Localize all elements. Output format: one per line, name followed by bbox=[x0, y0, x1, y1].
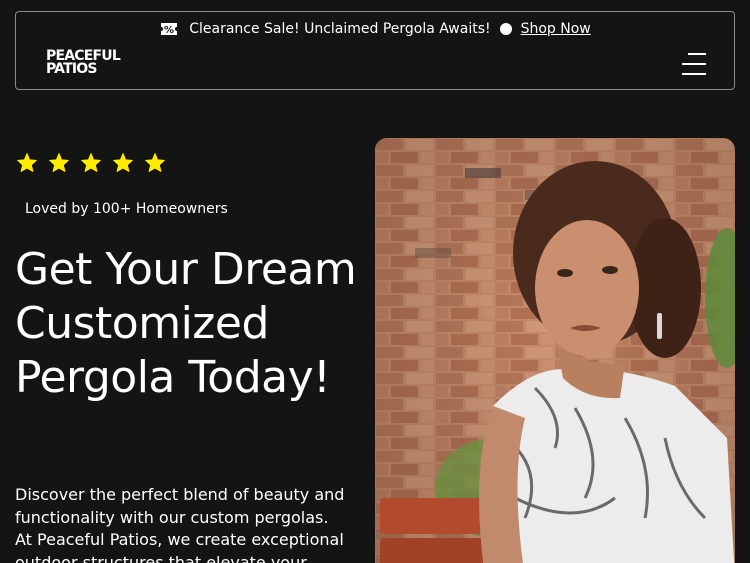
hero-photo bbox=[375, 138, 735, 563]
hamburger-menu-icon[interactable] bbox=[682, 53, 706, 75]
shop-now-link[interactable]: Shop Now bbox=[521, 21, 591, 37]
promo-text: Clearance Sale! Unclaimed Pergola Awaits… bbox=[189, 21, 491, 37]
logo[interactable]: PEACEFUL PATIOS bbox=[46, 49, 121, 77]
star-icon bbox=[81, 153, 101, 172]
hero-description: Discover the perfect blend of beauty and… bbox=[15, 485, 345, 563]
discount-tag-icon: % bbox=[159, 21, 179, 37]
bullet-dot-icon bbox=[499, 23, 512, 35]
menu-bar bbox=[682, 73, 706, 75]
svg-text:%: % bbox=[164, 25, 174, 36]
page: % Clearance Sale! Unclaimed Pergola Awai… bbox=[0, 0, 750, 563]
star-icon bbox=[145, 153, 165, 172]
logo-line-2: PATIOS bbox=[46, 61, 97, 77]
promo-bar: % Clearance Sale! Unclaimed Pergola Awai… bbox=[16, 18, 734, 40]
site-header: % Clearance Sale! Unclaimed Pergola Awai… bbox=[15, 11, 735, 90]
rating-stars bbox=[17, 153, 165, 172]
star-icon bbox=[49, 153, 69, 172]
star-icon bbox=[113, 153, 133, 172]
menu-bar bbox=[688, 53, 706, 55]
hero-headline: Get Your Dream Customized Pergola Today! bbox=[15, 244, 357, 403]
loved-by-text: Loved by 100+ Homeowners bbox=[25, 201, 228, 217]
star-icon bbox=[17, 153, 37, 172]
menu-bar bbox=[682, 63, 706, 65]
